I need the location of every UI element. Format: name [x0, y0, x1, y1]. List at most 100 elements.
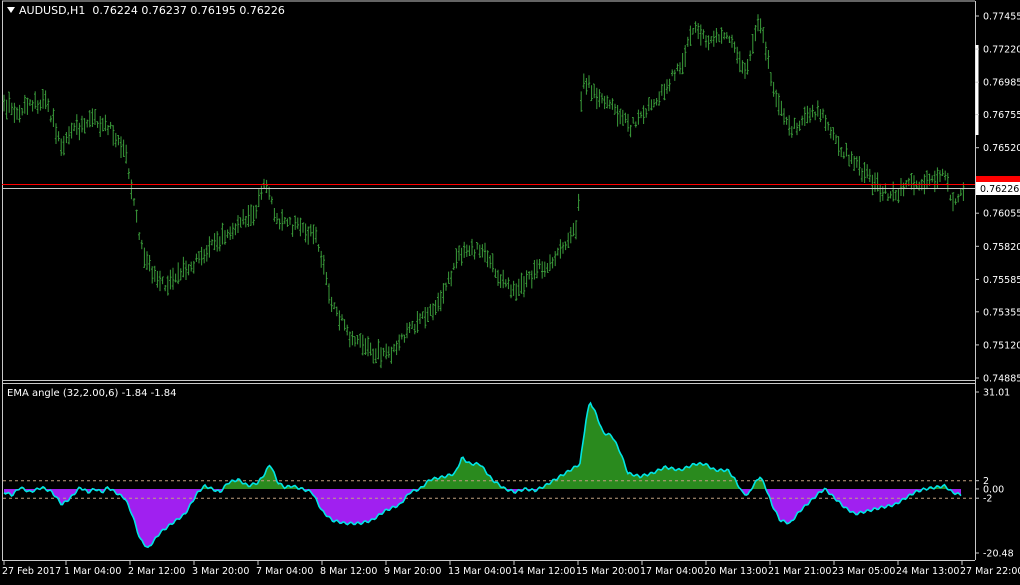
- price-bar: [728, 35, 731, 43]
- price-bar: [868, 168, 871, 182]
- price-bar: [351, 330, 354, 346]
- price-bar: [377, 339, 380, 360]
- price-bar: [959, 188, 962, 196]
- price-bar: [912, 175, 916, 196]
- price-bar: [517, 278, 520, 296]
- price-bar: [62, 135, 65, 156]
- price-bar: [400, 333, 403, 340]
- price-bar: [710, 36, 713, 44]
- price-bars: [2, 14, 965, 369]
- price-bar: [122, 139, 125, 157]
- price-bar: [613, 103, 617, 115]
- price-bar: [712, 30, 715, 47]
- price-bar: [686, 36, 689, 47]
- price-bar: [338, 310, 341, 331]
- price-bar: [138, 232, 141, 240]
- price-bar: [478, 244, 481, 258]
- price-bar: [863, 162, 866, 183]
- price-bar: [697, 23, 700, 40]
- price-bar: [195, 253, 198, 262]
- price-bar: [595, 87, 598, 110]
- indicator-title: EMA angle (32,2.00,6) -1.84 -1.84: [7, 388, 177, 399]
- indicator-tick-label: -2: [983, 494, 992, 505]
- price-bar: [645, 108, 648, 118]
- price-bar: [413, 323, 416, 335]
- price-bar: [28, 99, 32, 106]
- price-bar: [164, 285, 167, 292]
- price-bar: [387, 346, 390, 358]
- price-bar: [200, 246, 203, 266]
- price-bar: [96, 121, 99, 128]
- price-bar: [10, 102, 13, 116]
- price-bar: [749, 50, 752, 61]
- price-bar: [296, 217, 299, 230]
- price-bar: [197, 251, 201, 264]
- price-bar: [229, 226, 232, 240]
- price-bar: [715, 28, 718, 43]
- price-bar: [676, 63, 679, 72]
- price-bar: [619, 108, 622, 125]
- price-bar: [743, 62, 747, 79]
- symbol-name: AUDUSD,H1: [19, 4, 86, 17]
- price-bar: [936, 167, 939, 189]
- price-bar: [535, 259, 539, 279]
- price-bar: [309, 224, 312, 237]
- price-bar: [437, 292, 440, 312]
- price-bar: [153, 265, 156, 282]
- price-bar: [70, 122, 73, 139]
- caret-down-icon[interactable]: [7, 7, 15, 13]
- price-bar: [554, 251, 557, 267]
- price-bar: [390, 346, 393, 364]
- price-bar: [580, 91, 583, 112]
- time-tick-label: 7 Mar 04:00: [256, 566, 313, 577]
- ohlc-high: 0.76237: [141, 4, 187, 17]
- price-bar: [590, 85, 593, 102]
- ema-angle-indicator: [3, 401, 975, 549]
- price-bar: [80, 115, 84, 133]
- price-bar: [567, 232, 570, 248]
- price-bar: [88, 110, 91, 128]
- price-bar: [221, 222, 224, 245]
- price-bar: [2, 94, 6, 112]
- price-bar: [928, 173, 931, 186]
- price-bar: [140, 239, 143, 250]
- indicator-tick-label: 31.01: [983, 388, 1010, 399]
- price-bar: [556, 247, 559, 256]
- price-bar: [481, 244, 484, 258]
- price-tick-label: 0.75355: [983, 307, 1020, 318]
- price-bar: [57, 131, 60, 142]
- price-bar: [603, 95, 606, 110]
- price-bar: [494, 268, 497, 278]
- chart-canvas[interactable]: 0.77455 0.77220 0.76985 0.76755 0.76520 0.762…: [0, 0, 1020, 581]
- price-bar: [762, 27, 765, 44]
- price-bar: [49, 115, 52, 123]
- price-bar: [44, 90, 47, 110]
- price-bar: [372, 348, 375, 364]
- price-bar: [473, 249, 476, 260]
- price-bar: [408, 322, 411, 333]
- price-bar: [598, 89, 601, 108]
- price-bar: [203, 249, 206, 264]
- price-bar: [782, 108, 786, 125]
- price-bar: [8, 91, 11, 113]
- price-bar: [837, 136, 840, 156]
- price-bar: [806, 105, 809, 124]
- price-bar: [788, 115, 791, 136]
- price-bar: [132, 198, 136, 206]
- time-tick-label: 21 Mar 21:00: [768, 566, 831, 577]
- price-bar: [106, 125, 110, 136]
- price-bar: [353, 336, 357, 347]
- price-bar: [335, 306, 338, 317]
- time-tick-label: 1 Mar 04:00: [64, 566, 121, 577]
- price-bar: [707, 35, 710, 51]
- price-bar: [247, 205, 250, 227]
- price-bar: [52, 108, 55, 127]
- price-bar: [621, 109, 624, 126]
- price-bar: [21, 108, 24, 116]
- chart-window[interactable]: 0.77455 0.77220 0.76985 0.76755 0.76520 0.762…: [0, 0, 1020, 581]
- price-bar: [507, 277, 510, 290]
- price-bar: [600, 93, 604, 104]
- price-bar: [15, 107, 19, 120]
- price-bar: [941, 168, 944, 176]
- price-bar: [798, 120, 801, 132]
